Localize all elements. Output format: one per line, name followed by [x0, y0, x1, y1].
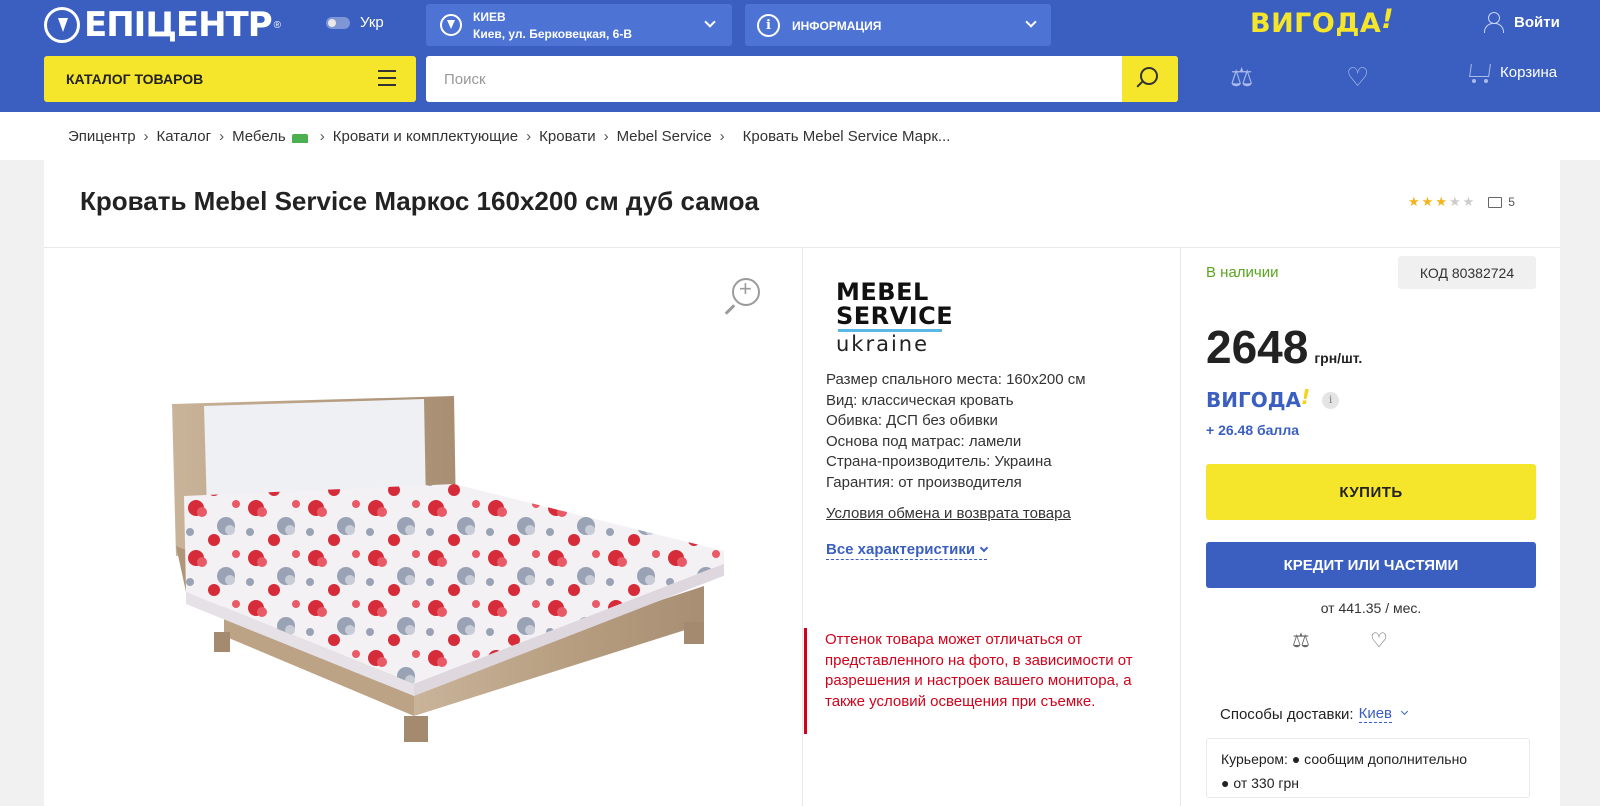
breadcrumb-separator: › [719, 128, 725, 145]
product-image[interactable] [124, 396, 724, 756]
location-icon [440, 14, 462, 36]
cart-label: Корзина [1500, 63, 1558, 81]
heart-icon[interactable]: ♡ [1370, 628, 1388, 653]
cart-button[interactable]: Корзина [1466, 60, 1557, 84]
color-disclaimer: Оттенок товара может отличаться от предс… [804, 628, 1144, 734]
info-dropdown[interactable]: i ИНФОРМАЦИЯ [745, 4, 1051, 46]
breadcrumb-separator: › [319, 128, 325, 145]
logo-text: ЕПІЦЕНТР [84, 5, 273, 45]
user-icon [1484, 12, 1504, 33]
spec-list: Размер спального места: 160x200 см Вид: … [826, 370, 1086, 494]
logo-mark-icon [44, 7, 80, 43]
search-bar [426, 56, 1178, 102]
delivery-methods: Способы доставки: Киев [1220, 705, 1409, 723]
breadcrumb-item[interactable]: Эпицентр [68, 128, 136, 145]
delivery-label: Способы доставки: [1220, 705, 1354, 723]
breadcrumb-separator: › [143, 128, 149, 145]
info-icon[interactable]: i [1322, 391, 1340, 409]
star-icon: ★ [1421, 194, 1434, 209]
returns-link[interactable]: Условия обмена и возврата товара [826, 505, 1071, 522]
brand-line: SERVICE [836, 302, 954, 330]
breadcrumb-separator: › [526, 128, 532, 145]
courier-line: Курьером: ● сообщим дополнительно [1221, 751, 1468, 767]
compare-icon[interactable]: ⚖ [1292, 628, 1310, 653]
star-icon: ★ [1435, 194, 1447, 209]
promo-logo[interactable]: ВИГОДА! [1250, 4, 1394, 39]
catalog-button[interactable]: КАТАЛОГ ТОВАРОВ [44, 56, 416, 102]
price-value: 2648 [1206, 321, 1309, 373]
bonus-program: ВИГОДА! i [1206, 385, 1340, 412]
menu-icon [378, 70, 396, 86]
star-icon: ★ [1462, 194, 1475, 209]
breadcrumb-separator: › [603, 128, 609, 145]
bed-icon [291, 134, 308, 143]
chevron-down-icon[interactable] [1400, 707, 1409, 715]
info-label: ИНФОРМАЦИЯ [792, 19, 882, 33]
city-selector[interactable]: КИЕВ Киев, ул. Берковецкая, 6-В [426, 4, 732, 46]
divider [1180, 248, 1181, 806]
price-block: 2648 грн/шт. [1206, 320, 1362, 374]
breadcrumb-current: Кровать Mebel Service Марк... [742, 128, 951, 145]
chevron-down-icon [979, 543, 989, 553]
catalog-label: КАТАЛОГ ТОВАРОВ [66, 71, 204, 87]
breadcrumb: Эпицентр › Каталог › Мебель › Кровати и ком… [0, 112, 1600, 160]
divider [802, 248, 803, 806]
buy-button[interactable]: КУПИТЬ [1206, 464, 1536, 520]
spec-item: Основа под матрас: ламели [826, 432, 1022, 450]
breadcrumb-item[interactable]: Кровати и комплектующие [333, 128, 518, 145]
brand-line: MEBEL [836, 278, 929, 306]
brand-logo[interactable]: MEBEL SERVICE ukraine [836, 278, 956, 356]
brand-line: ukraine [836, 332, 930, 356]
product-rating[interactable]: ★ ★ ★ ★ ★ 5 [1408, 194, 1515, 210]
heart-icon[interactable]: ♡ [1346, 62, 1369, 92]
city-address: Киев, ул. Берковецкая, 6-В [473, 27, 632, 41]
login-label: Войти [1514, 13, 1560, 31]
product-code: КОД 80382724 [1398, 256, 1536, 289]
zoom-icon[interactable] [732, 276, 760, 306]
search-icon [1140, 67, 1158, 85]
search-button[interactable] [1122, 56, 1178, 102]
courier-delivery: Курьером: ● сообщим дополнительно ● от 3… [1206, 738, 1530, 798]
compare-icon[interactable]: ⚖ [1230, 62, 1253, 92]
delivery-city[interactable]: Киев [1358, 705, 1393, 723]
breadcrumb-item[interactable]: Мебель [232, 128, 286, 145]
all-specs-link[interactable]: Все характеристики [826, 541, 989, 560]
language-label: Укр [360, 14, 384, 31]
monthly-payment: от 441.35 / мес. [1320, 600, 1422, 616]
comment-icon [1488, 196, 1503, 208]
spec-item: Страна-производитель: Украина [826, 453, 1052, 471]
bonus-logo[interactable]: ВИГОДА! [1206, 385, 1310, 412]
price-unit: грн/шт. [1314, 350, 1363, 366]
page-title: Кровать Mebel Service Маркос 160x200 см … [80, 186, 759, 216]
breadcrumb-item[interactable]: Mebel Service [617, 128, 712, 145]
product-card: Кровать Mebel Service Маркос 160x200 см … [44, 160, 1560, 806]
breadcrumb-separator: › [219, 128, 225, 145]
courier-line: ● от 330 грн [1221, 775, 1299, 791]
city-name: КИЕВ [473, 10, 506, 24]
spec-item: Обивка: ДСП без обивки [826, 412, 998, 430]
search-input[interactable] [426, 56, 1124, 102]
credit-button[interactable]: КРЕДИТ ИЛИ ЧАСТЯМИ [1206, 542, 1536, 588]
spec-item: Размер спального места: 160x200 см [826, 371, 1086, 388]
breadcrumb-item[interactable]: Каталог [157, 128, 212, 145]
site-logo[interactable]: ЕПІЦЕНТР ® [44, 4, 281, 46]
toggle-icon[interactable] [326, 16, 350, 29]
language-switch[interactable]: Укр [326, 14, 384, 31]
spec-item: Гарантия: от производителя [826, 473, 1022, 491]
breadcrumb-list: Эпицентр › Каталог › Мебель › Кровати и ком… [68, 128, 950, 145]
chevron-down-icon [1025, 16, 1037, 28]
chevron-down-icon [704, 16, 716, 28]
spec-item: Вид: классическая кровать [826, 391, 1014, 409]
reviews-count: 5 [1508, 195, 1515, 209]
breadcrumb-item[interactable]: Кровати [539, 128, 595, 145]
star-icon: ★ [1408, 194, 1420, 209]
star-icon: ★ [1448, 194, 1461, 209]
cart-icon [1466, 60, 1492, 84]
bonus-points: + 26.48 балла [1206, 422, 1299, 438]
login-button[interactable]: Войти [1484, 12, 1560, 33]
site-header: ЕПІЦЕНТР ® Укр КИЕВ Киев, ул. Берковецкая… [0, 0, 1600, 112]
info-icon: i [757, 14, 780, 37]
registered-mark: ® [273, 19, 282, 31]
availability-status: В наличии [1206, 264, 1279, 281]
